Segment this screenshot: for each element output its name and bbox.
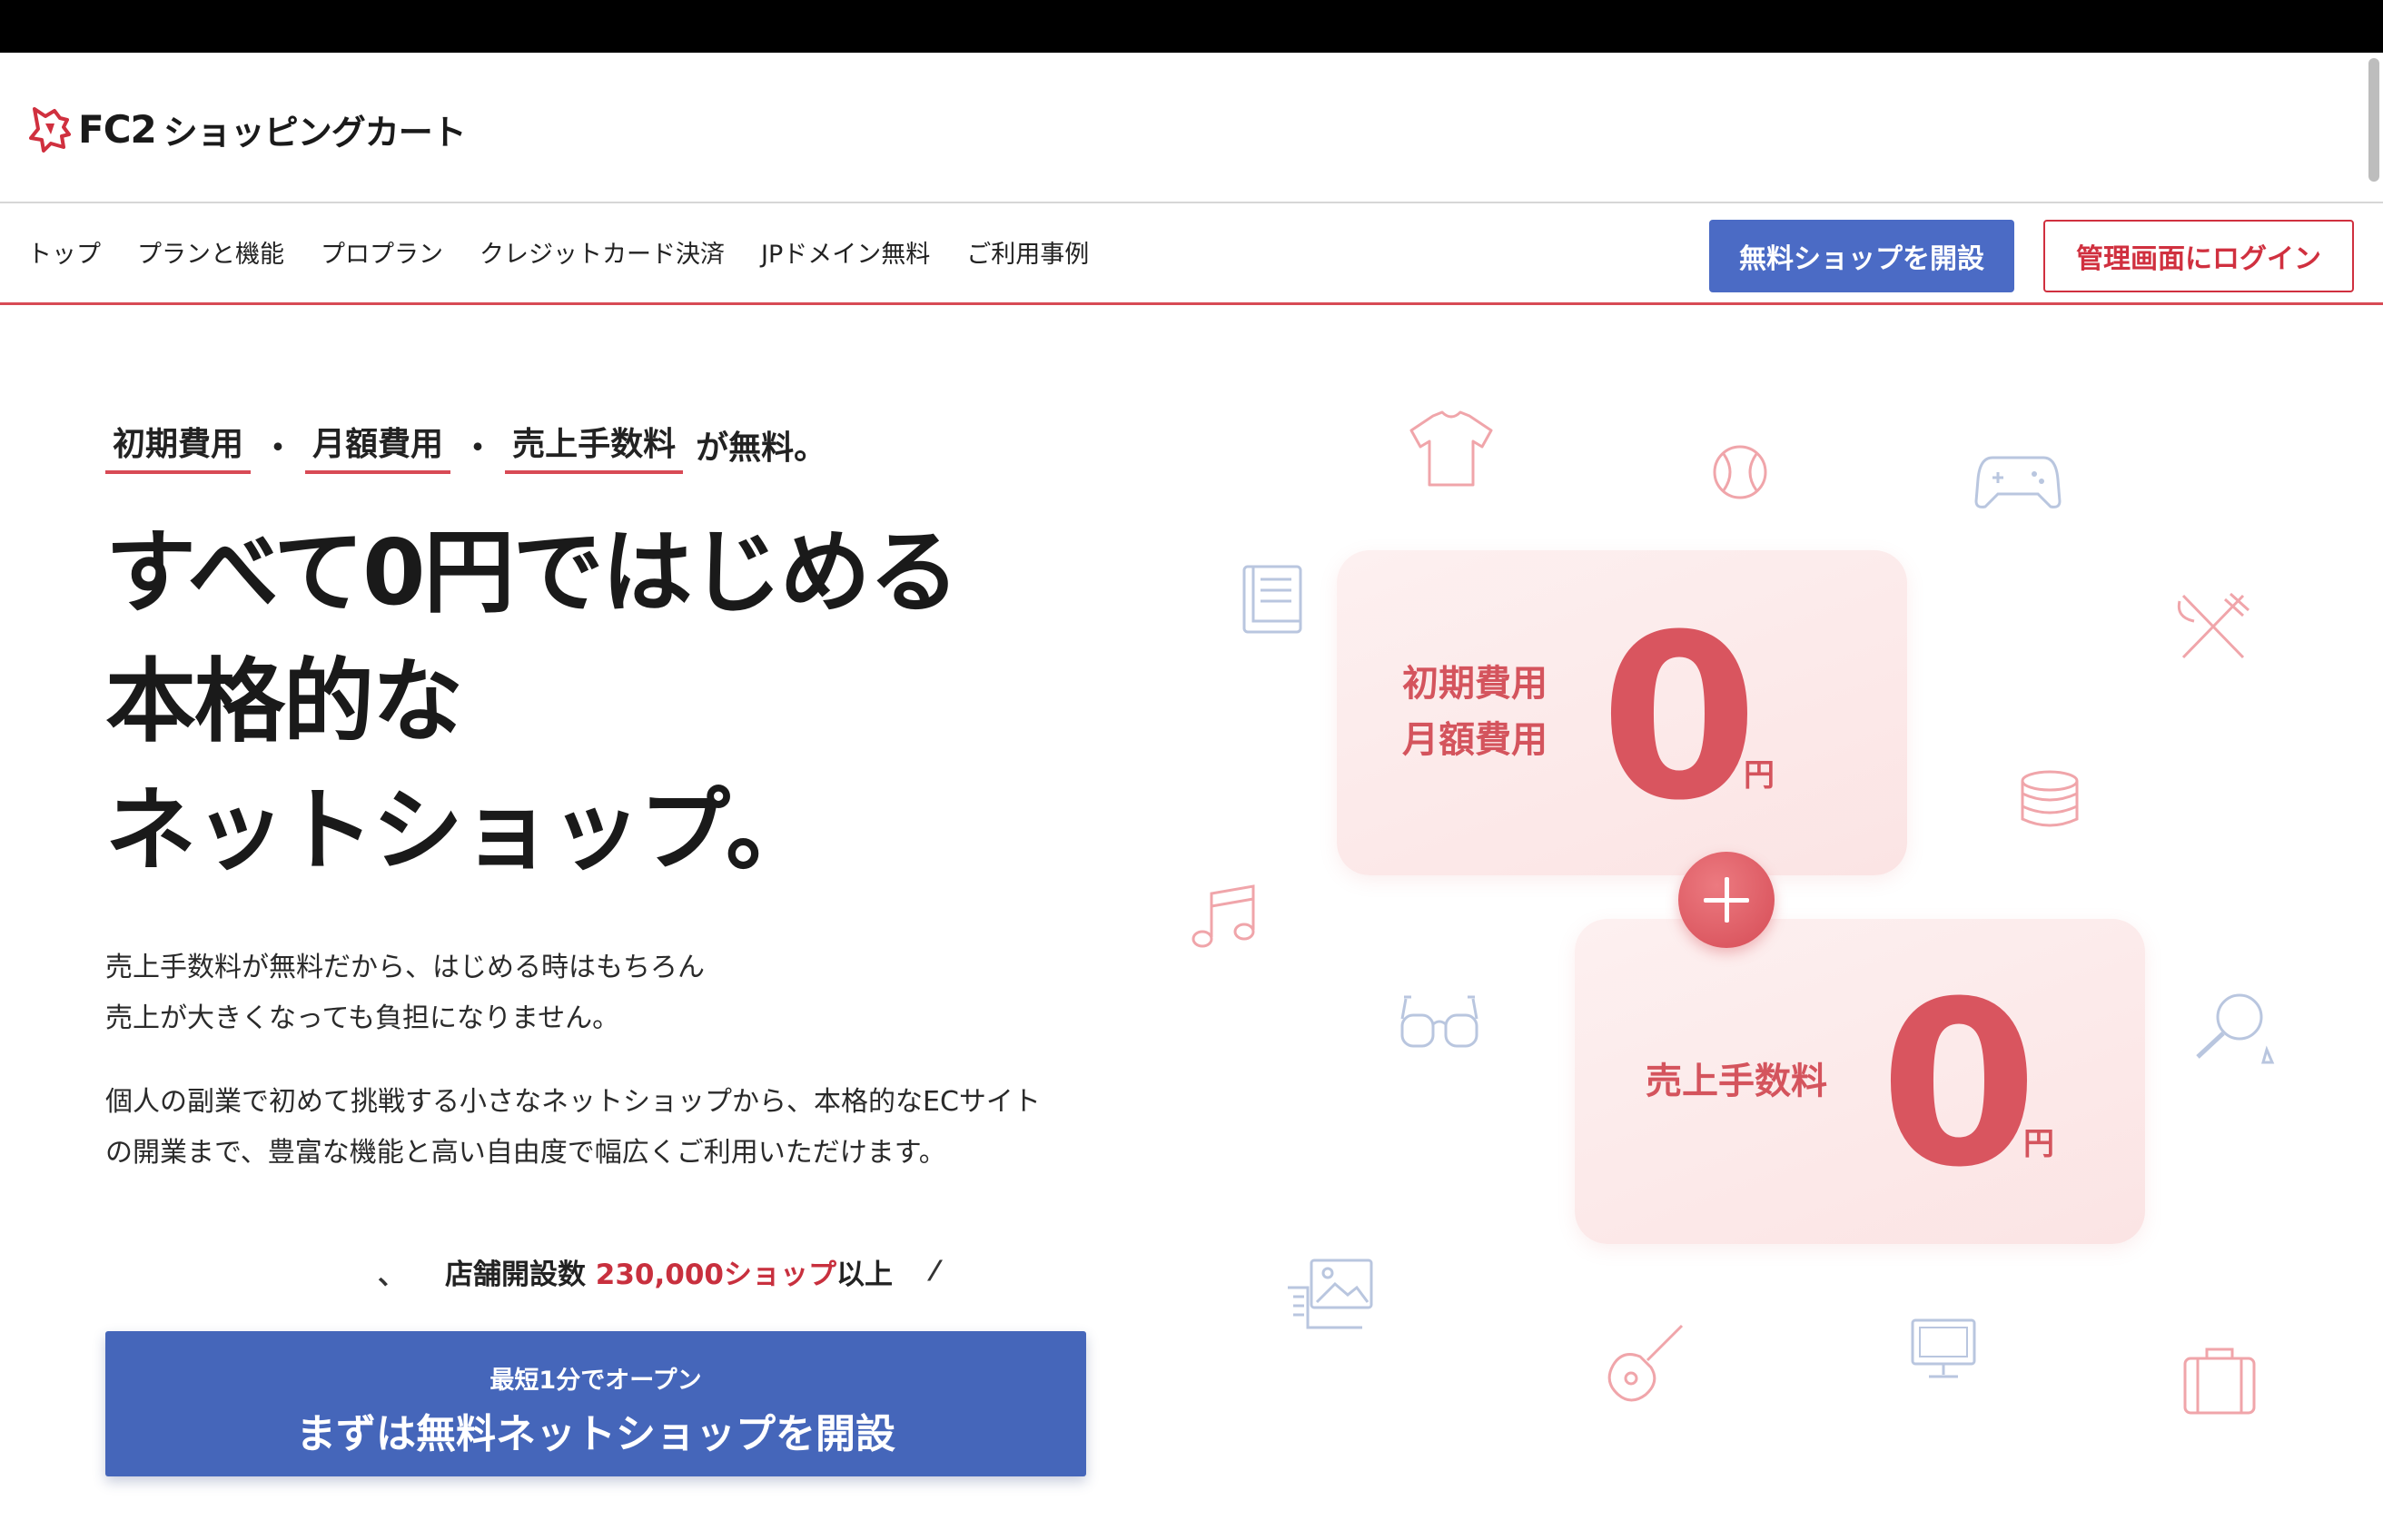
nav-item-case-studies[interactable]: ご利用事例	[966, 234, 1089, 270]
nav-item-jp-domain[interactable]: JPドメイン無料	[761, 234, 930, 270]
shop-count: 、 店舗開設数 230,000ショップ 以上 ⁄	[338, 1251, 977, 1292]
pancake-icon	[2018, 768, 2081, 832]
hero-description-2: 個人の副業で初めて挑戦する小さなネットショップから、本格的なECサイト の開業ま…	[105, 1077, 1041, 1179]
description-line: 売上が大きくなっても負担になりません。	[105, 1002, 620, 1034]
glasses-icon	[1399, 993, 1480, 1053]
description-line: の開業まで、豊富な機能と高い自由度で幅広くご利用いただけます。	[105, 1137, 946, 1169]
browser-top-bar	[0, 0, 2383, 53]
description-line: 売上手数料が無料だから、はじめる時はもちろん	[105, 952, 705, 983]
guitar-icon	[1604, 1322, 1687, 1407]
logo-name: ショッピングカート	[163, 112, 467, 153]
card-label: 初期費用 月額費用	[1402, 656, 1547, 768]
tag-separator: ・	[262, 429, 295, 467]
card-zero: 0	[1600, 586, 1758, 850]
headline-line: ネットショップ。	[105, 777, 816, 884]
card-yen: 円	[2023, 1126, 2054, 1162]
cta-subtitle: 最短1分でオープン	[489, 1367, 702, 1395]
site-header: FC2 ショッピングカート	[0, 53, 2383, 203]
book-icon	[1241, 563, 1304, 636]
hero-description-1: 売上手数料が無料だから、はじめる時はもちろん 売上が大きくなっても負担になりませ…	[105, 943, 705, 1044]
utensils-icon	[2174, 590, 2252, 665]
logo-brand: FC2	[78, 106, 157, 152]
open-free-netshop-cta[interactable]: 最短1分でオープン まずは無料ネットショップを開設	[105, 1331, 1086, 1476]
headline-line: すべて0円ではじめる	[105, 519, 960, 626]
admin-login-button[interactable]: 管理画面にログイン	[2043, 220, 2354, 292]
page-scrollbar[interactable]	[2368, 58, 2379, 182]
unicorn-logo-icon	[29, 107, 71, 153]
images-icon	[1284, 1257, 1375, 1333]
count-deco-left: 、	[378, 1259, 405, 1291]
card-yen: 円	[1744, 757, 1775, 794]
tag-initial-cost: 初期費用	[105, 418, 252, 474]
nav-item-plans[interactable]: プランと機能	[137, 234, 284, 270]
count-suffix: 以上	[836, 1259, 893, 1291]
main-nav: トップ プランと機能 プロプラン クレジットカード決済 JPドメイン無料 ご利用…	[0, 205, 2383, 305]
count-deco-right: ⁄	[933, 1256, 938, 1288]
nav-item-top[interactable]: トップ	[27, 234, 101, 270]
sales-fee-card: 売上手数料 0 円	[1575, 919, 2145, 1244]
hero-tagline: 初期費用 ・ 月額費用 ・ 売上手数料 が無料。	[105, 418, 826, 474]
count-number: 230,000ショップ	[595, 1259, 836, 1291]
open-free-shop-button[interactable]: 無料ショップを開設	[1709, 220, 2014, 292]
tag-monthly-cost: 月額費用	[305, 418, 451, 474]
headline-line: 本格的な	[105, 648, 463, 755]
plus-icon	[1678, 852, 1775, 948]
monitor-icon	[1909, 1317, 1978, 1380]
initial-monthly-cost-card: 初期費用 月額費用 0 円	[1337, 550, 1907, 875]
site-logo[interactable]: FC2 ショッピングカート	[27, 100, 467, 158]
nav-item-credit-card[interactable]: クレジットカード決済	[480, 234, 725, 270]
card-label-line: 月額費用	[1402, 719, 1547, 761]
hero-headline: すべて0円ではじめる 本格的な ネットショップ。	[105, 508, 960, 895]
gamepad-icon	[1974, 452, 2062, 512]
card-label: 売上手数料	[1646, 1061, 1827, 1102]
tshirt-icon	[1406, 409, 1497, 490]
tag-suffix: が無料。	[696, 429, 827, 467]
suitcase-icon	[2181, 1344, 2258, 1417]
cta-title: まずは無料ネットショップを開設	[296, 1411, 895, 1457]
card-label-line: 初期費用	[1402, 663, 1547, 705]
magnifier-icon	[2190, 990, 2278, 1066]
music-icon	[1190, 883, 1259, 952]
nav-item-pro-plan[interactable]: プロプラン	[321, 234, 443, 270]
tag-separator: ・	[461, 429, 495, 467]
tag-sales-fee: 売上手数料	[505, 418, 684, 474]
baseball-icon	[1711, 443, 1769, 501]
count-prefix: 店舗開設数	[445, 1259, 586, 1291]
description-line: 個人の副業で初めて挑戦する小さなネットショップから、本格的なECサイト	[105, 1086, 1041, 1118]
card-zero: 0	[1880, 953, 2038, 1217]
